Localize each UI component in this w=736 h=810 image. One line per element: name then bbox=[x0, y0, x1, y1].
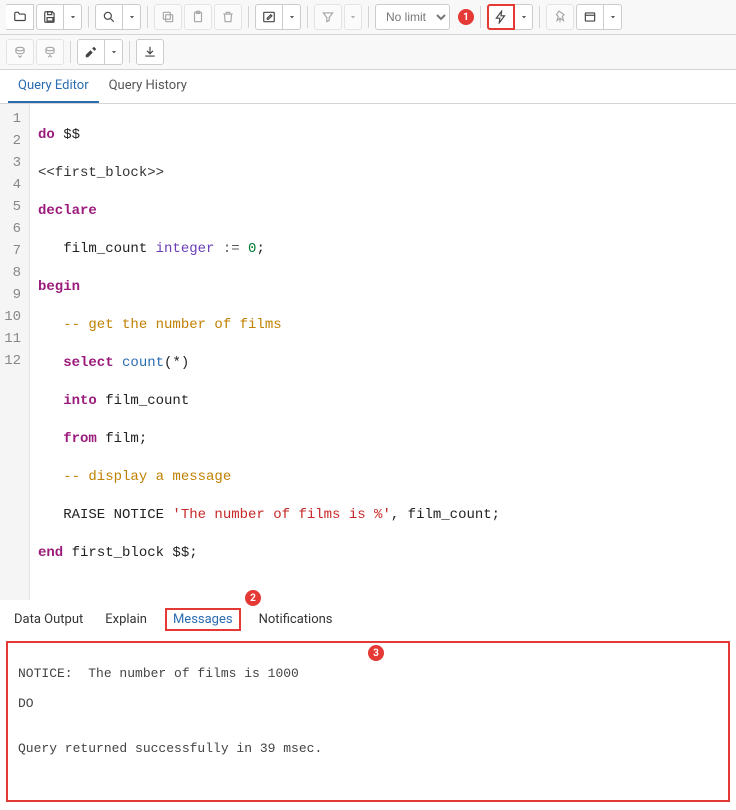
message-line: DO bbox=[18, 696, 718, 711]
clear-dropdown[interactable] bbox=[105, 39, 123, 65]
tab-notifications[interactable]: Notifications bbox=[255, 610, 337, 629]
filter-dropdown[interactable] bbox=[344, 4, 362, 30]
separator bbox=[88, 6, 89, 28]
execute-dropdown[interactable] bbox=[515, 4, 533, 30]
delete-button[interactable] bbox=[214, 4, 242, 30]
separator bbox=[307, 6, 308, 28]
open-file-button[interactable] bbox=[6, 4, 34, 30]
download-button[interactable] bbox=[136, 39, 164, 65]
separator bbox=[248, 6, 249, 28]
message-line: Query returned successfully in 39 msec. bbox=[18, 741, 718, 756]
messages-output: NOTICE: The number of films is 1000 DO Q… bbox=[6, 641, 730, 802]
separator bbox=[539, 6, 540, 28]
paste-button[interactable] bbox=[184, 4, 212, 30]
toolbar-row-1: No limit 1 bbox=[0, 0, 736, 35]
separator bbox=[368, 6, 369, 28]
tab-query-history[interactable]: Query History bbox=[99, 70, 197, 103]
find-button[interactable] bbox=[95, 4, 123, 30]
rollback-button[interactable] bbox=[36, 39, 64, 65]
commit-button[interactable] bbox=[6, 39, 34, 65]
separator bbox=[147, 6, 148, 28]
explain-dropdown[interactable] bbox=[604, 4, 622, 30]
tab-explain[interactable]: Explain bbox=[101, 610, 151, 629]
tab-data-output[interactable]: Data Output bbox=[10, 610, 87, 629]
clear-button[interactable] bbox=[77, 39, 105, 65]
execute-button[interactable] bbox=[487, 4, 515, 30]
code-body[interactable]: do $$ <<first_block>> declare film_count… bbox=[30, 104, 508, 600]
stop-button[interactable] bbox=[546, 4, 574, 30]
copy-button[interactable] bbox=[154, 4, 182, 30]
edit-button[interactable] bbox=[255, 4, 283, 30]
line-gutter: 123456789101112 bbox=[0, 104, 30, 600]
message-line: NOTICE: The number of films is 1000 bbox=[18, 666, 718, 681]
separator bbox=[70, 41, 71, 63]
callout-2: 2 bbox=[245, 590, 261, 606]
edit-dropdown[interactable] bbox=[283, 4, 301, 30]
tab-messages[interactable]: Messages bbox=[165, 608, 241, 631]
explain-button[interactable] bbox=[576, 4, 604, 30]
save-dropdown[interactable] bbox=[64, 4, 82, 30]
separator bbox=[480, 6, 481, 28]
callout-1: 1 bbox=[458, 9, 474, 25]
find-dropdown[interactable] bbox=[123, 4, 141, 30]
filter-button[interactable] bbox=[314, 4, 342, 30]
limit-select[interactable]: No limit bbox=[375, 4, 450, 30]
toolbar-row-2 bbox=[0, 35, 736, 70]
result-tabs: Data Output Explain Messages Notificatio… bbox=[0, 600, 736, 637]
save-button[interactable] bbox=[36, 4, 64, 30]
code-editor[interactable]: 123456789101112 do $$ <<first_block>> de… bbox=[0, 104, 736, 600]
separator bbox=[129, 41, 130, 63]
callout-3: 3 bbox=[368, 645, 384, 661]
editor-tabs: Query Editor Query History bbox=[0, 70, 736, 104]
tab-query-editor[interactable]: Query Editor bbox=[8, 70, 99, 103]
